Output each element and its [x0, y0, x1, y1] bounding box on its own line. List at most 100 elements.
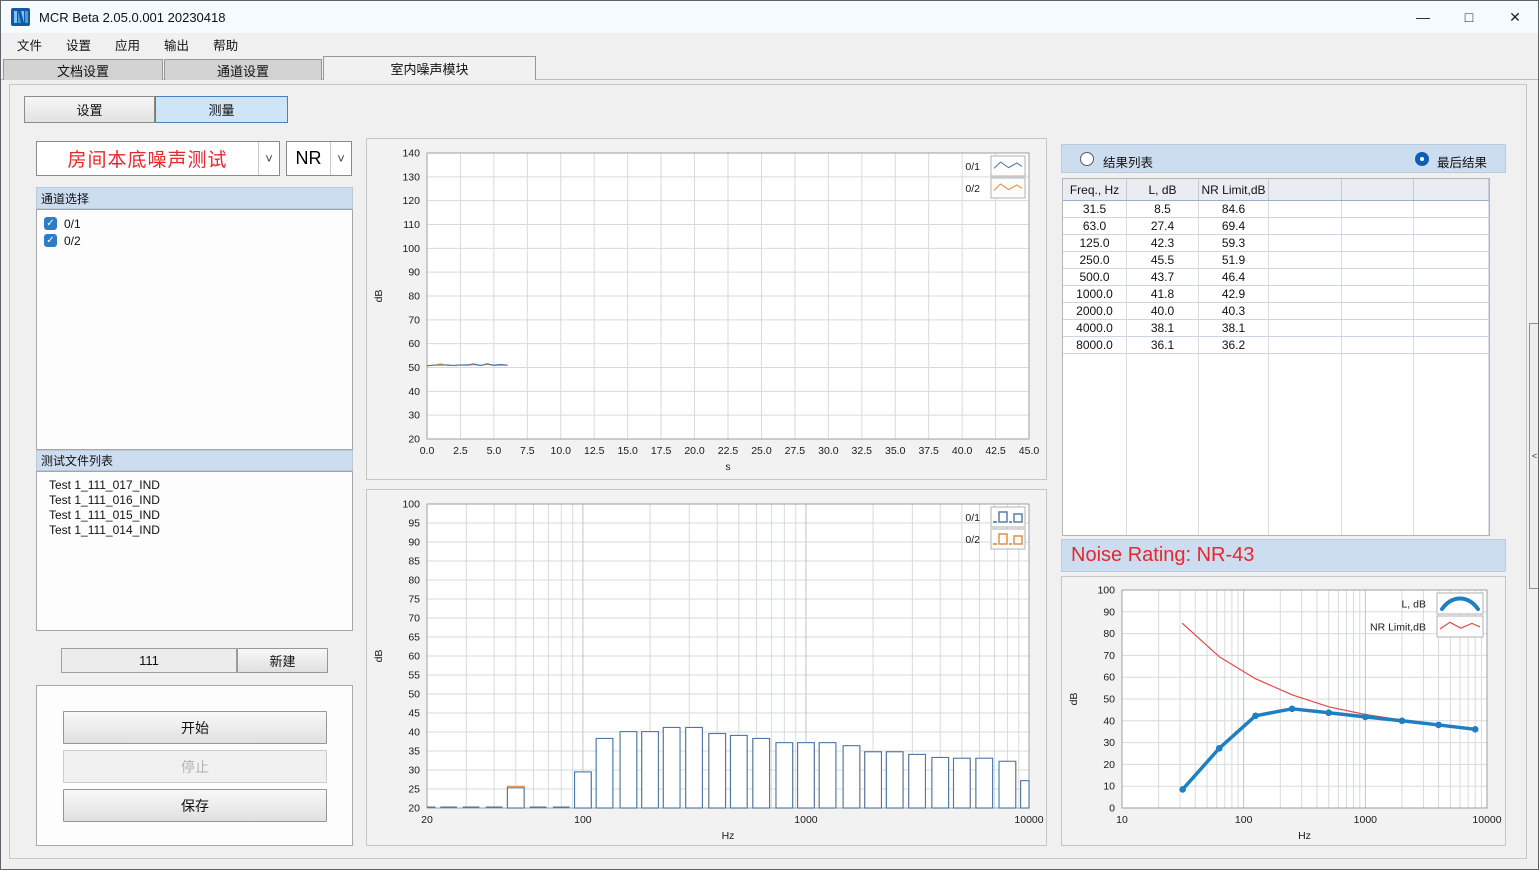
- table-row[interactable]: 500.043.746.4: [1063, 269, 1489, 286]
- svg-text:40: 40: [408, 386, 420, 398]
- channel-item[interactable]: ✓0/2: [44, 232, 352, 249]
- table-filler-row: [1063, 388, 1489, 405]
- tab-1[interactable]: 文档设置: [3, 59, 163, 80]
- table-cell: [1269, 337, 1342, 353]
- tab-2[interactable]: 通道设置: [164, 59, 322, 80]
- test-type-select[interactable]: 房间本底噪声测试 ˅: [36, 141, 280, 176]
- svg-text:40: 40: [408, 727, 420, 739]
- table-row[interactable]: 1000.041.842.9: [1063, 286, 1489, 303]
- svg-text:90: 90: [1103, 606, 1115, 618]
- chevron-down-icon[interactable]: ˅: [330, 142, 351, 175]
- svg-text:NR Limit,dB: NR Limit,dB: [1370, 622, 1426, 634]
- svg-text:90: 90: [408, 537, 420, 549]
- table-cell: [1269, 388, 1342, 405]
- table-cell: [1414, 490, 1489, 507]
- table-cell: 38.1: [1199, 320, 1269, 336]
- menu-item-1[interactable]: 文件: [5, 32, 54, 57]
- svg-text:110: 110: [403, 219, 420, 231]
- checkbox-checked-icon[interactable]: ✓: [44, 217, 57, 230]
- tab-3[interactable]: 室内噪声模块: [323, 56, 536, 80]
- table-cell: [1127, 473, 1199, 490]
- table-cell: [1199, 490, 1269, 507]
- chevron-down-icon[interactable]: ˅: [258, 142, 279, 175]
- results-mode-strip: 结果列表 最后结果: [1061, 144, 1506, 173]
- table-cell: [1414, 456, 1489, 473]
- svg-text:50: 50: [408, 689, 420, 701]
- svg-text:dB: dB: [373, 290, 385, 303]
- svg-text:70: 70: [408, 613, 420, 625]
- table-cell: [1063, 354, 1127, 371]
- table-cell: 84.6: [1199, 201, 1269, 217]
- subtab-1[interactable]: 设置: [24, 96, 155, 123]
- test-file-item[interactable]: Test 1_111_017_IND: [49, 478, 352, 493]
- svg-text:75: 75: [408, 594, 420, 606]
- table-cell: [1342, 354, 1414, 371]
- table-filler-row: [1063, 439, 1489, 456]
- table-row[interactable]: 8000.036.136.2: [1063, 337, 1489, 354]
- table-row[interactable]: 63.027.469.4: [1063, 218, 1489, 235]
- table-cell: [1269, 507, 1342, 524]
- table-filler-row: [1063, 490, 1489, 507]
- table-cell: [1414, 235, 1489, 251]
- svg-text:60: 60: [1103, 672, 1115, 684]
- menu-item-5[interactable]: 帮助: [201, 32, 250, 57]
- test-file-item[interactable]: Test 1_111_014_IND: [49, 523, 352, 538]
- results-list-radio[interactable]: [1080, 152, 1094, 166]
- svg-text:L, dB: L, dB: [1401, 599, 1426, 611]
- table-cell: [1127, 439, 1199, 456]
- spectrum-chart-panel: 2025303540455055606570758085909510020100…: [366, 489, 1047, 846]
- table-filler-row: [1063, 473, 1489, 490]
- svg-text:0/2: 0/2: [965, 183, 980, 195]
- table-cell: 31.5: [1063, 201, 1127, 217]
- minimize-button[interactable]: —: [1400, 1, 1446, 33]
- table-row[interactable]: 31.58.584.6: [1063, 201, 1489, 218]
- test-file-item[interactable]: Test 1_111_016_IND: [49, 493, 352, 508]
- table-header-cell: [1414, 179, 1489, 200]
- menu-item-2[interactable]: 设置: [54, 32, 103, 57]
- channel-item[interactable]: ✓0/1: [44, 215, 352, 232]
- svg-text:17.5: 17.5: [651, 445, 672, 457]
- table-cell: [1342, 320, 1414, 336]
- new-button[interactable]: 新建: [237, 648, 328, 673]
- close-button[interactable]: ✕: [1492, 1, 1538, 33]
- table-filler-row: [1063, 524, 1489, 536]
- collapse-panel-button[interactable]: <: [1529, 323, 1539, 589]
- last-result-radio[interactable]: [1415, 152, 1429, 166]
- start-button[interactable]: 开始: [63, 711, 327, 744]
- svg-text:dB: dB: [373, 650, 385, 663]
- menu-item-3[interactable]: 应用: [103, 32, 152, 57]
- svg-text:10.0: 10.0: [551, 445, 572, 457]
- app-window: MCR Beta 2.05.0.001 20230418 — □ ✕ 文件设置应…: [0, 0, 1539, 870]
- table-cell: [1342, 422, 1414, 439]
- table-cell: [1414, 269, 1489, 285]
- table-cell: [1199, 456, 1269, 473]
- rating-type-select[interactable]: NR ˅: [286, 141, 352, 176]
- table-row[interactable]: 125.042.359.3: [1063, 235, 1489, 252]
- svg-text:55: 55: [408, 670, 420, 682]
- svg-text:0.0: 0.0: [420, 445, 435, 457]
- svg-text:95: 95: [408, 518, 420, 530]
- table-cell: [1199, 354, 1269, 371]
- table-cell: [1414, 473, 1489, 490]
- table-cell: [1342, 507, 1414, 524]
- maximize-button[interactable]: □: [1446, 1, 1492, 33]
- table-cell: [1342, 218, 1414, 234]
- table-row[interactable]: 250.045.551.9: [1063, 252, 1489, 269]
- table-cell: [1414, 354, 1489, 371]
- svg-text:Hz: Hz: [1298, 830, 1311, 842]
- table-cell: [1063, 388, 1127, 405]
- spectrum-bar-chart: 2025303540455055606570758085909510020100…: [367, 490, 1048, 847]
- table-cell: [1127, 371, 1199, 388]
- table-cell: [1342, 235, 1414, 251]
- table-cell: [1342, 524, 1414, 536]
- file-prefix-input[interactable]: [61, 648, 237, 673]
- checkbox-checked-icon[interactable]: ✓: [44, 234, 57, 247]
- table-row[interactable]: 2000.040.040.3: [1063, 303, 1489, 320]
- table-cell: 42.3: [1127, 235, 1199, 251]
- svg-text:0/2: 0/2: [965, 534, 980, 546]
- test-file-item[interactable]: Test 1_111_015_IND: [49, 508, 352, 523]
- table-row[interactable]: 4000.038.138.1: [1063, 320, 1489, 337]
- menu-item-4[interactable]: 输出: [152, 32, 201, 57]
- save-button[interactable]: 保存: [63, 789, 327, 822]
- subtab-2[interactable]: 测量: [155, 96, 288, 123]
